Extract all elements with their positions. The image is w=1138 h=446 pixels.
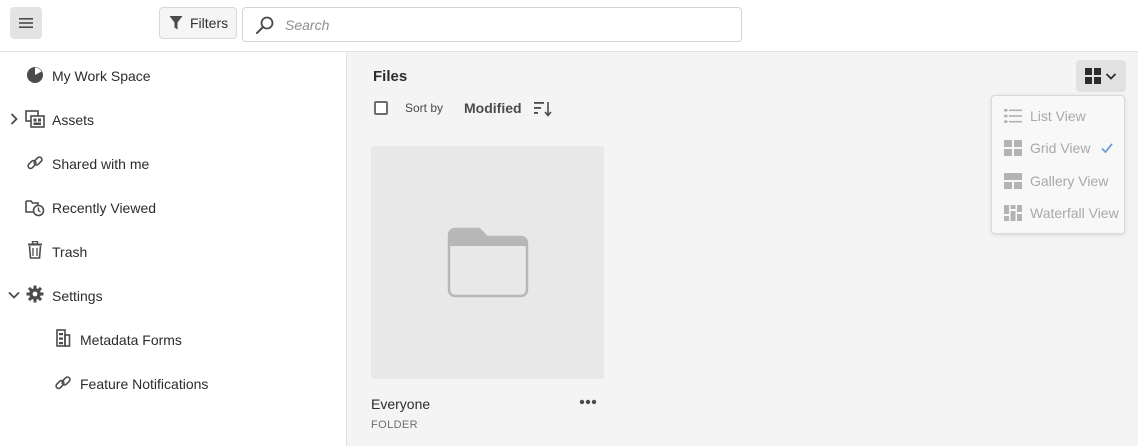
link-icon (25, 153, 45, 173)
view-option-label: Grid View (1030, 140, 1091, 156)
more-icon (579, 399, 597, 405)
sidebar-item-label: Feature Notifications (80, 376, 209, 392)
card-name: Everyone (371, 396, 431, 412)
folder-icon (447, 227, 529, 298)
page-title: Files (373, 68, 408, 85)
view-option-grid[interactable]: Grid View (992, 132, 1124, 164)
checkmark-icon (1101, 143, 1113, 154)
main-content: Files Sort by Modified List View Grid Vi… (347, 52, 1138, 446)
search-box[interactable] (242, 7, 742, 42)
funnel-icon (169, 16, 183, 30)
hamburger-icon (19, 18, 33, 28)
sidebar-item-assets[interactable]: Assets (0, 97, 346, 141)
view-option-label: List View (1030, 108, 1086, 124)
forms-icon (53, 328, 73, 348)
view-option-waterfall[interactable]: Waterfall View (992, 197, 1124, 229)
menu-button[interactable] (10, 7, 42, 39)
sidebar-item-label: Recently Viewed (52, 200, 157, 216)
sidebar: My Work Space Assets Shared with me Rece… (0, 52, 347, 446)
grid-view-icon (1004, 140, 1022, 156)
search-input[interactable] (285, 16, 725, 33)
sidebar-item-label: Metadata Forms (80, 332, 182, 348)
sidebar-item-feature-notifications[interactable]: Feature Notifications (0, 361, 346, 405)
view-toggle-button[interactable] (1076, 60, 1126, 92)
link-icon (53, 373, 73, 393)
select-all-checkbox[interactable] (374, 101, 388, 115)
chevron-down-icon[interactable] (7, 288, 21, 302)
sidebar-item-label: Assets (52, 112, 95, 128)
sidebar-item-shared-with-me[interactable]: Shared with me (0, 141, 346, 185)
sidebar-item-metadata-forms[interactable]: Metadata Forms (0, 317, 346, 361)
sort-order-icon[interactable] (533, 100, 553, 118)
card-type: FOLDER (371, 419, 419, 431)
list-view-icon (1004, 109, 1022, 123)
sort-field-dropdown[interactable]: Modified (464, 100, 522, 116)
more-actions-button[interactable] (576, 392, 600, 412)
sort-by-label: Sort by (405, 101, 444, 115)
gallery-view-icon (1004, 173, 1022, 189)
sidebar-item-label: Settings (52, 288, 103, 304)
folder-card[interactable] (371, 146, 604, 379)
sidebar-item-trash[interactable]: Trash (0, 229, 346, 273)
chevron-right-icon[interactable] (7, 112, 21, 126)
sidebar-item-label: Trash (52, 244, 88, 260)
assets-icon (25, 109, 45, 129)
sidebar-item-my-work-space[interactable]: My Work Space (0, 53, 346, 97)
grid-view-icon (1085, 68, 1101, 84)
waterfall-view-icon (1004, 205, 1022, 221)
filters-label: Filters (190, 15, 229, 31)
view-option-label: Waterfall View (1030, 205, 1119, 221)
top-bar: Filters (0, 0, 1138, 52)
sidebar-item-recently-viewed[interactable]: Recently Viewed (0, 185, 346, 229)
view-menu: List View Grid View Gallery View Waterfa… (991, 95, 1125, 234)
chevron-down-icon (1105, 73, 1117, 80)
view-option-gallery[interactable]: Gallery View (992, 165, 1124, 197)
sidebar-item-label: Shared with me (52, 156, 150, 172)
sidebar-item-settings[interactable]: Settings (0, 273, 346, 317)
workspace-icon (25, 65, 45, 85)
filters-button[interactable]: Filters (159, 7, 237, 39)
gear-icon (25, 284, 45, 304)
recent-icon (25, 197, 45, 217)
view-option-list[interactable]: List View (992, 100, 1124, 132)
sidebar-item-label: My Work Space (52, 68, 151, 84)
view-option-label: Gallery View (1030, 173, 1109, 189)
magnifier-icon (256, 16, 274, 34)
trash-icon (25, 240, 45, 260)
